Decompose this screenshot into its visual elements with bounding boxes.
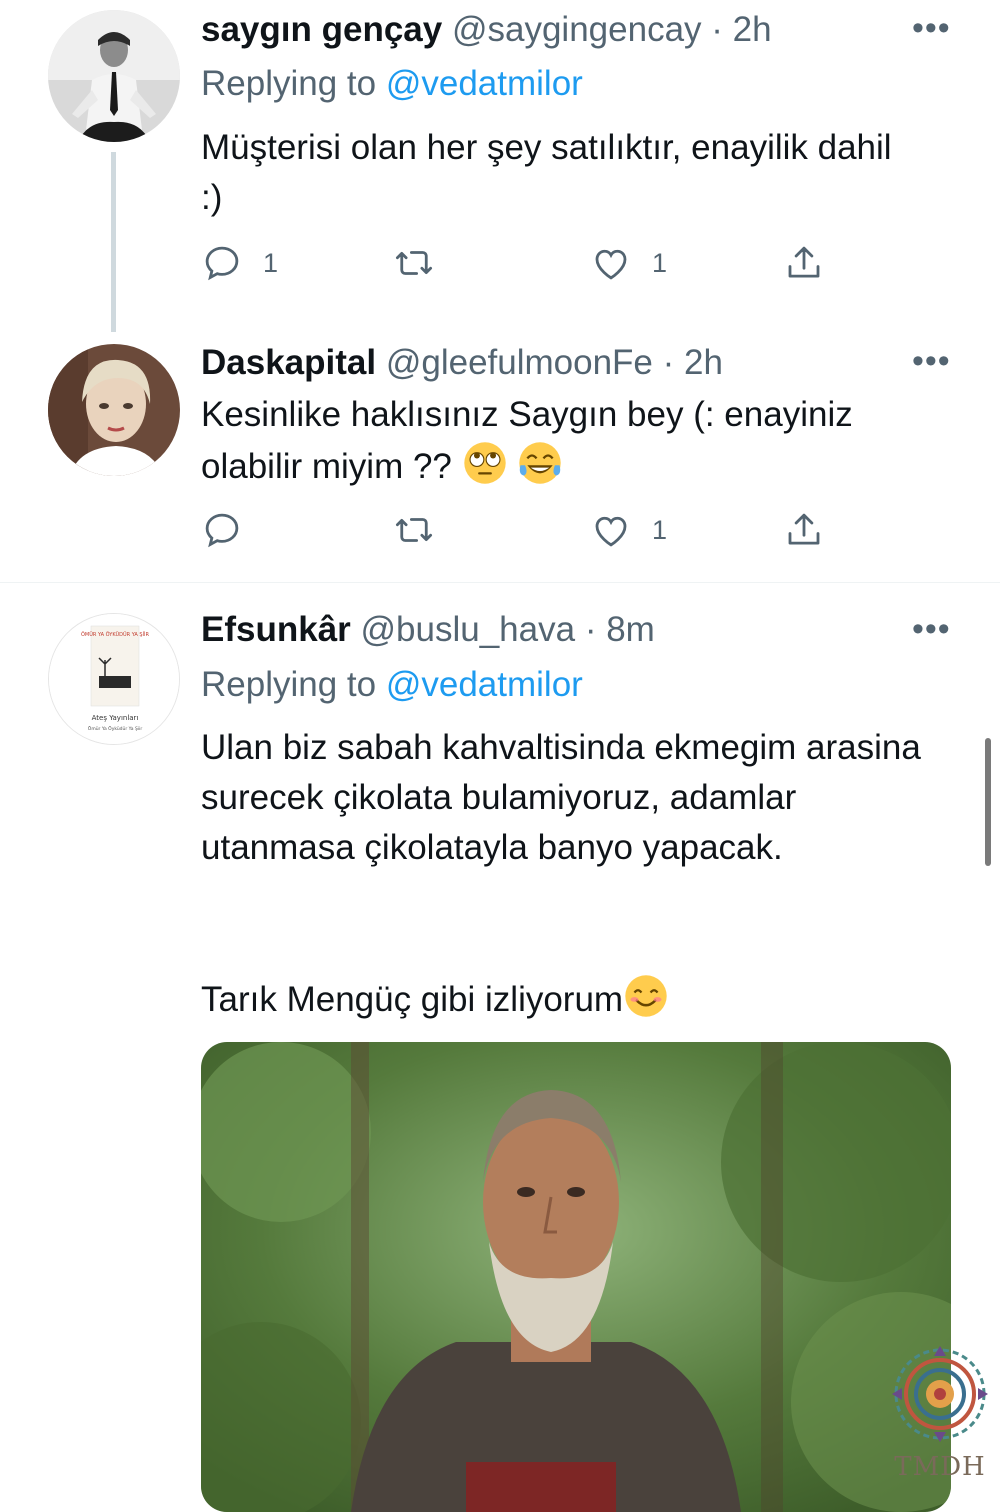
tweet-1[interactable]: saygın gençay @saygingencay · 2h ••• Rep… [0,0,1000,340]
tweet-actions: 1 1 [201,241,841,285]
tweet-text: Müşterisi olan her şey satılıktır, enayi… [201,128,902,217]
like-icon [595,249,627,280]
share-button[interactable] [783,508,825,552]
watermark-logo: TMDH [888,1338,992,1488]
display-name[interactable]: Daskapital [201,343,376,382]
user-handle[interactable]: @buslu_hava [361,610,576,649]
separator: · [584,610,597,649]
tweet-text: Kesinlike haklısınız Saygın bey (: enayi… [201,390,921,492]
retweet-button[interactable] [393,241,435,285]
display-name[interactable]: saygın gençay [201,10,442,49]
retweet-button[interactable] [393,508,435,552]
avatar-subtitle: Ömür Ya Öyküdür Ya Şiir [88,725,143,732]
like-button[interactable]: 1 [590,508,667,552]
reply-count: 1 [263,247,279,278]
tweet-text-line-2: Tarık Mengüç gibi izliyorum [201,973,921,1025]
reply-button[interactable]: 1 [201,241,278,285]
eye-roll-emoji-icon [463,442,506,484]
tweet-text: Ulan biz sabah kahvaltisinda ekmegim ara… [201,728,931,867]
tweet-header: saygın gençay @saygingencay · 2h [201,8,772,52]
like-count: 1 [652,514,668,545]
reply-icon [205,513,239,548]
tweet-2[interactable]: Daskapital @gleefulmoonFe · 2h ••• Kesin… [0,340,1000,582]
more-icon[interactable]: ••• [912,11,951,45]
tweet-text-content: Tarık Mengüç gibi izliyorum [201,980,624,1019]
replying-prefix: Replying to [201,665,377,704]
timestamp[interactable]: 2h [733,10,772,49]
more-icon[interactable]: ••• [912,612,951,646]
thread-line [111,152,116,332]
timestamp[interactable]: 2h [684,343,723,382]
avatar-publisher: Ateş Yayınları [92,714,139,722]
smiling-emoji-icon [625,975,667,1017]
avatar[interactable] [48,344,180,476]
replying-to: Replying to @vedatmilor [201,62,583,106]
like-icon [595,516,627,547]
timestamp[interactable]: 8m [606,610,655,649]
separator: · [711,10,723,49]
display-name[interactable]: Efsunkâr [201,610,351,649]
separator: · [662,343,675,382]
replying-prefix: Replying to [201,64,377,103]
tweet-header: Daskapital @gleefulmoonFe · 2h [201,341,723,385]
tweet-header: Efsunkâr @buslu_hava · 8m [201,608,655,652]
replying-to: Replying to @vedatmilor [201,663,583,707]
avatar[interactable] [48,10,180,142]
avatar[interactable]: ÖMÜR YA ÖYKÜDÜR YA ŞİİR Ateş Yayınları Ö… [48,613,180,745]
tears-of-joy-emoji-icon [519,442,562,484]
user-handle[interactable]: @saygingencay [452,10,702,49]
watermark-text: TMDH [894,1452,986,1482]
scrollbar[interactable] [985,738,991,866]
reply-icon [205,246,239,281]
share-button[interactable] [783,241,825,285]
like-count: 1 [652,247,668,278]
share-icon [788,246,820,278]
tweet-photo[interactable] [201,1042,951,1512]
avatar-book-title: ÖMÜR YA ÖYKÜDÜR YA ŞİİR [81,631,150,638]
user-handle[interactable]: @gleefulmoonFe [386,343,653,382]
reply-button[interactable] [201,508,263,552]
retweet-icon [395,251,433,275]
share-icon [788,513,820,545]
mention-link[interactable]: @vedatmilor [386,665,583,704]
mention-link[interactable]: @vedatmilor [386,64,583,103]
tweet-actions: 1 [201,508,841,552]
retweet-icon [395,518,433,542]
more-icon[interactable]: ••• [912,344,951,378]
like-button[interactable]: 1 [590,241,667,285]
